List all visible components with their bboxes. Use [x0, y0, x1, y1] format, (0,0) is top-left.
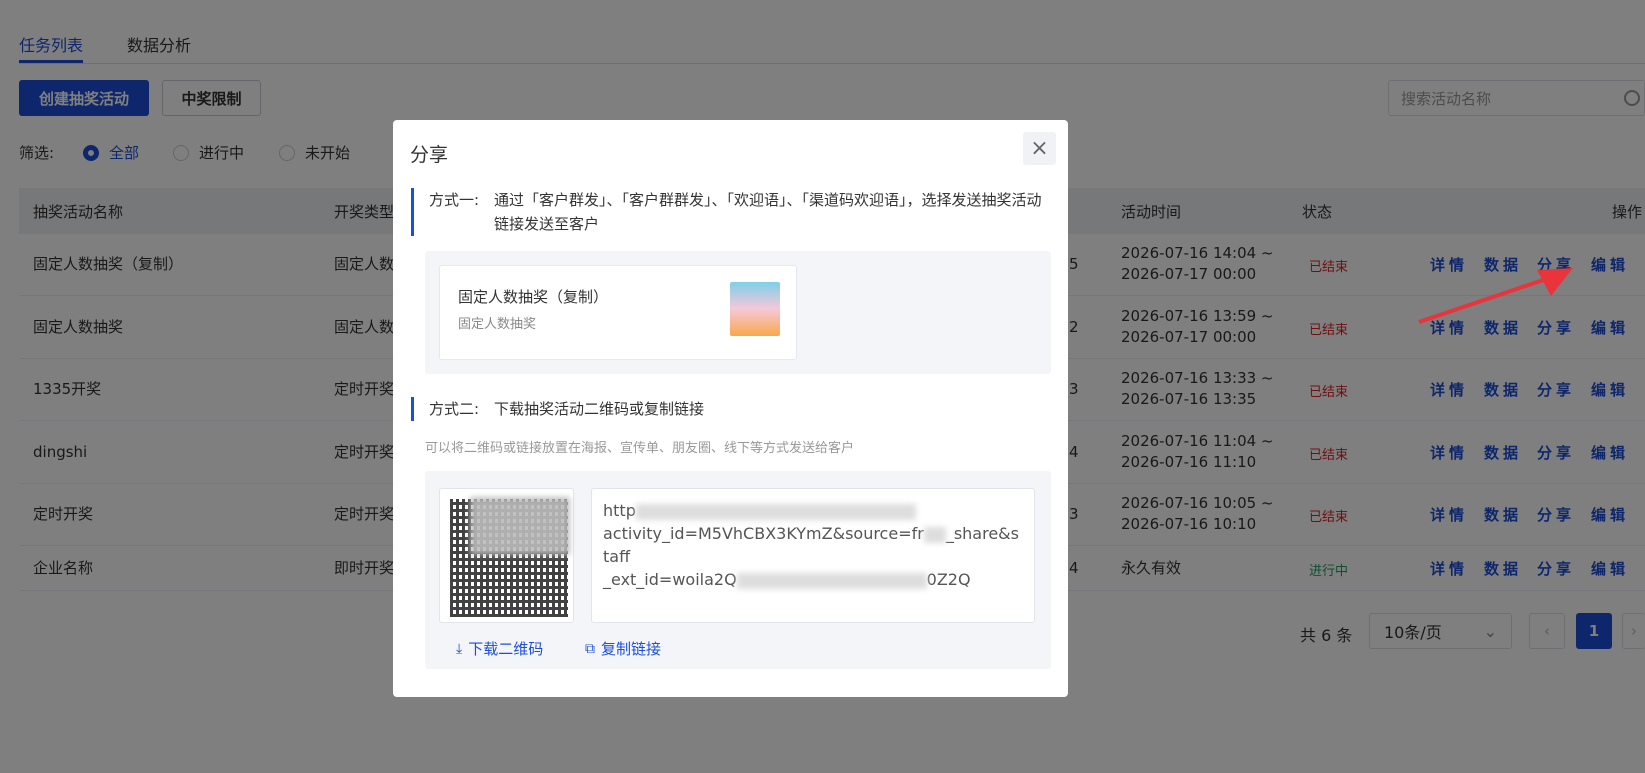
share-modal: 分享 × 方式一: 通过「客户群发」、「客户群群发」、「欢迎语」、「渠道码欢迎语… — [393, 120, 1068, 697]
activity-thumbnail-image — [730, 282, 780, 336]
red-arrow-annotation — [1418, 268, 1573, 324]
arrow-shaft — [1418, 274, 1556, 324]
activity-card-title: 固定人数抽奖（复制） — [458, 288, 609, 306]
modal-title: 分享 — [410, 144, 449, 166]
share-hint: 可以将二维码或链接放置在海报、宣传单、朋友圈、线下等方式发送给客户 — [425, 441, 855, 456]
link-text-part: http — [603, 501, 636, 520]
download-qr-button[interactable]: ⤓ 下载二维码 — [456, 638, 543, 659]
activity-card-area: 固定人数抽奖（复制） 固定人数抽奖 — [425, 251, 1051, 374]
link-text-part: activity_id=M5VhCBX3KYmZ&source=fr — [603, 524, 924, 543]
link-redaction — [635, 503, 916, 520]
copy-icon: ⧉ — [585, 640, 595, 657]
download-qr-label: 下载二维码 — [468, 640, 544, 658]
method-two-text: 下载抽奖活动二维码或复制链接 — [494, 400, 705, 418]
qr-code-box — [439, 488, 574, 623]
link-redaction — [923, 526, 946, 543]
share-link-textarea[interactable]: http activity_id=M5VhCBX3KYmZ&source=fr _… — [591, 488, 1035, 623]
method-two-label: 方式二: — [429, 400, 480, 418]
method-one: 方式一: 通过「客户群发」、「客户群群发」、「欢迎语」、「渠道码欢迎语」，选择发… — [411, 188, 1042, 236]
link-redaction — [736, 572, 927, 589]
share-link-area: http activity_id=M5VhCBX3KYmZ&source=fr _… — [425, 471, 1051, 669]
method-one-text: 通过「客户群发」、「客户群群发」、「欢迎语」、「渠道码欢迎语」，选择发送抽奖活动… — [494, 191, 1042, 233]
link-text-part: 0Z2Q — [926, 570, 971, 589]
close-icon[interactable]: × — [1023, 132, 1056, 165]
qr-redaction — [470, 497, 570, 555]
activity-card-subtitle: 固定人数抽奖 — [458, 317, 537, 332]
copy-link-button[interactable]: ⧉ 复制链接 — [585, 638, 661, 659]
method-one-label: 方式一: — [429, 191, 480, 209]
link-text-part: _ext_id=woila2Q — [603, 570, 737, 589]
method-two: 方式二: 下载抽奖活动二维码或复制链接 — [411, 397, 704, 421]
copy-link-label: 复制链接 — [601, 640, 662, 658]
activity-card[interactable]: 固定人数抽奖（复制） 固定人数抽奖 — [439, 265, 797, 360]
download-icon: ⤓ — [456, 640, 463, 657]
